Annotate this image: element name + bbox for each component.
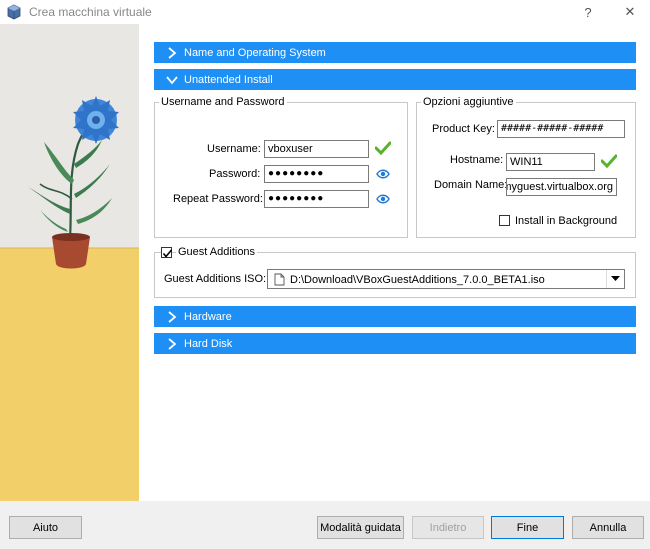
domain-name-field[interactable]: myguest.virtualbox.org (506, 178, 617, 196)
check-icon (162, 249, 173, 258)
group-title: Opzioni aggiuntive (421, 96, 516, 108)
domain-name-value: myguest.virtualbox.org (506, 181, 613, 193)
dropdown-arrow-icon[interactable] (606, 270, 624, 288)
product-key-label: Product Key: (432, 123, 495, 135)
product-key-field[interactable]: #####-#####-##### (497, 120, 625, 138)
close-icon: ✕ (624, 4, 636, 19)
group-title: Username and Password (159, 96, 287, 108)
help-button[interactable]: Aiuto (9, 516, 82, 539)
domain-name-label: Domain Name: (434, 179, 508, 191)
repeat-password-field[interactable]: ●●●●●●●● (264, 190, 369, 208)
guest-additions-iso-label: Guest Additions ISO: (164, 273, 267, 285)
install-background-checkbox[interactable] (499, 215, 510, 226)
section-name-os[interactable]: Name and Operating System (154, 42, 636, 63)
plant-illustration (0, 24, 139, 501)
chevron-down-icon (166, 75, 178, 84)
virtualbox-icon (7, 4, 21, 20)
help-title-button[interactable]: ? (574, 2, 602, 22)
checkmark-icon (375, 141, 391, 155)
eye-icon[interactable] (376, 168, 390, 180)
guest-additions-iso-select[interactable]: D:\Download\VBoxGuestAdditions_7.0.0_BET… (267, 269, 625, 289)
iso-path: D:\Download\VBoxGuestAdditions_7.0.0_BET… (290, 274, 545, 286)
chevron-right-icon (168, 310, 177, 323)
checkmark-icon (601, 154, 617, 168)
window-title: Crea macchina virtuale (29, 5, 152, 19)
help-glyph: ? (584, 4, 592, 20)
hostname-field[interactable]: WIN11 (506, 153, 595, 171)
cancel-button[interactable]: Annulla (572, 516, 644, 539)
back-button[interactable]: Indietro (412, 516, 484, 539)
eye-icon[interactable] (376, 193, 390, 205)
username-field[interactable]: vboxuser (264, 140, 369, 158)
section-label: Name and Operating System (184, 46, 326, 59)
section-label: Hard Disk (184, 337, 233, 350)
guest-additions-checkbox[interactable] (161, 247, 173, 258)
section-label: Unattended Install (184, 73, 273, 86)
install-background-label: Install in Background (515, 215, 618, 227)
finish-button[interactable]: Fine (491, 516, 564, 539)
section-hard-disk[interactable]: Hard Disk (154, 333, 636, 354)
file-icon (274, 273, 285, 286)
guided-mode-button[interactable]: Modalità guidata (317, 516, 404, 539)
password-label: Password: (209, 168, 261, 180)
title-bar: Crea macchina virtuale ? ✕ (0, 0, 650, 24)
close-button[interactable]: ✕ (616, 2, 644, 22)
wizard-illustration (0, 24, 139, 501)
section-hardware[interactable]: Hardware (154, 306, 636, 327)
hostname-label: Hostname: (450, 154, 504, 166)
section-unattended-install[interactable]: Unattended Install (154, 69, 636, 90)
chevron-right-icon (168, 337, 177, 350)
section-label: Hardware (184, 310, 232, 323)
chevron-right-icon (168, 46, 177, 59)
username-label: Username: (207, 143, 261, 155)
password-field[interactable]: ●●●●●●●● (264, 165, 369, 183)
repeat-password-label: Repeat Password: (173, 193, 263, 205)
guest-additions-label: Guest Additions (176, 246, 258, 258)
